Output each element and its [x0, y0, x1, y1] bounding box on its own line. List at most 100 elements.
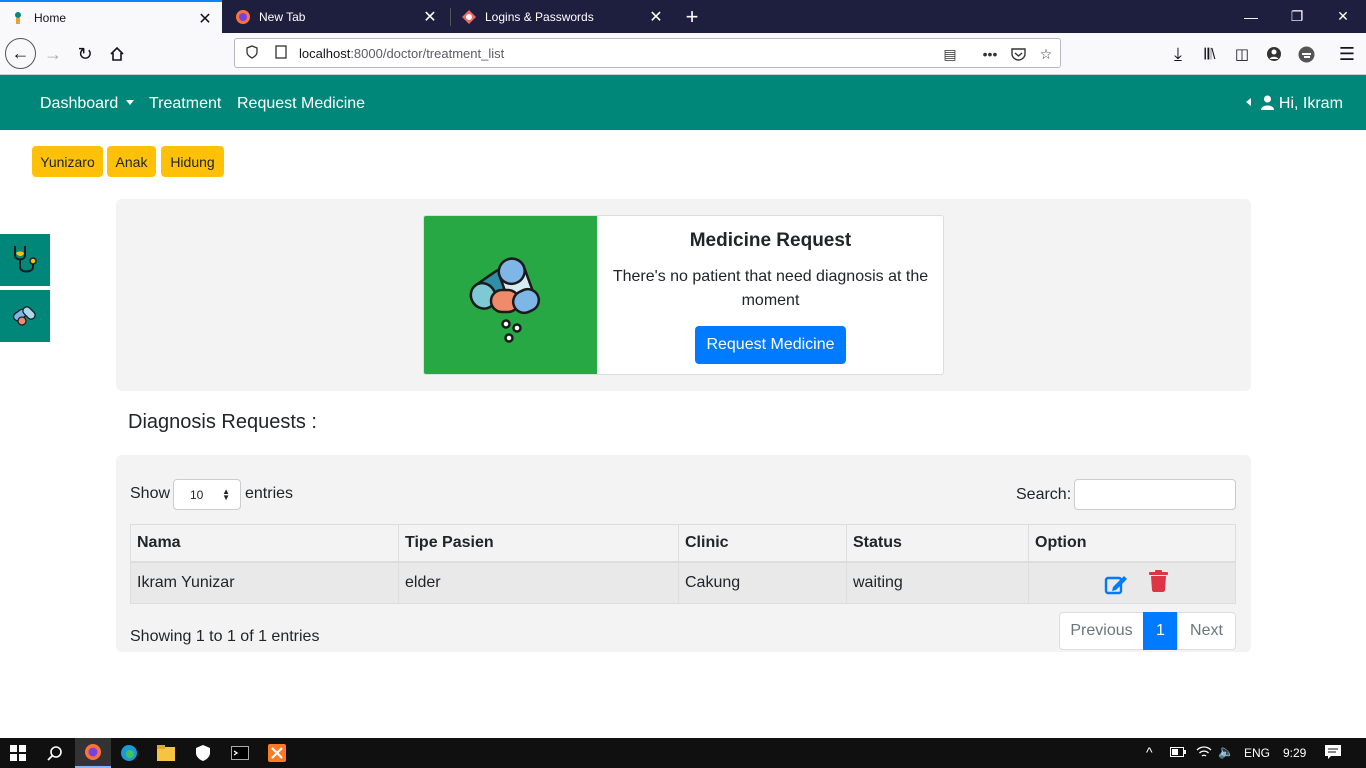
entries-label: entries: [245, 485, 294, 502]
badge-name: Yunizaro: [32, 146, 103, 177]
clock[interactable]: 9:29: [1283, 746, 1306, 760]
pocket-icon[interactable]: [1009, 45, 1027, 63]
diagnosis-requests-title: Diagnosis Requests :: [128, 411, 317, 433]
chevron-down-icon: [126, 100, 135, 105]
tab-label: Logins & Passwords: [485, 9, 594, 24]
col-tipe-pasien[interactable]: Tipe Pasien: [398, 524, 679, 563]
search-icon[interactable]: [37, 738, 73, 768]
windows-start-icon[interactable]: [0, 738, 36, 768]
restore-icon[interactable]: ❐: [1274, 0, 1320, 33]
reload-button[interactable]: ↻: [70, 39, 100, 69]
close-window-icon[interactable]: ✕: [1320, 0, 1366, 33]
edit-icon[interactable]: [1104, 573, 1128, 600]
pagination-previous[interactable]: Previous: [1059, 612, 1144, 650]
wifi-icon[interactable]: [1196, 745, 1212, 762]
cell-clinic: Cakung: [678, 561, 847, 604]
table-info: Showing 1 to 1 of 1 entries: [130, 628, 320, 645]
browser-tab-bar: Home ✕ New Tab ✕ Logins & Passwords ✕ + …: [0, 0, 1366, 33]
pagination-next[interactable]: Next: [1177, 612, 1236, 650]
user-menu[interactable]: Hi, Ikram: [1246, 95, 1343, 113]
col-status[interactable]: Status: [846, 524, 1029, 563]
entries-select[interactable]: 10 ▲ ▼: [173, 479, 241, 510]
bookmark-star-icon[interactable]: ☆: [1037, 45, 1055, 63]
nav-treatment[interactable]: Treatment: [149, 95, 221, 113]
home-icon: [110, 46, 124, 61]
show-hidden-icons-icon[interactable]: ^: [1146, 744, 1153, 760]
firefox-icon: [235, 9, 251, 25]
cell-option: [1028, 561, 1236, 604]
downloads-icon[interactable]: ⤓: [1163, 39, 1193, 69]
url-path: :8000/doctor/treatment_list: [350, 45, 505, 61]
language-indicator[interactable]: ENG: [1244, 746, 1270, 760]
badge-category: Anak: [107, 146, 156, 177]
taskbar-firefox-icon[interactable]: [75, 738, 111, 768]
battery-icon[interactable]: [1170, 746, 1186, 760]
shield-icon[interactable]: [245, 44, 263, 62]
browser-toolbar: ← → ↻ localhost:8000/doctor/treatment_li…: [0, 33, 1366, 75]
close-tab-icon[interactable]: ✕: [421, 7, 439, 27]
taskbar-edge-icon[interactable]: [111, 738, 147, 768]
nav-dashboard[interactable]: Dashboard: [40, 95, 135, 113]
tab-new-tab[interactable]: New Tab ✕: [225, 0, 447, 33]
side-medicine-button[interactable]: [0, 290, 50, 342]
url-bar[interactable]: localhost:8000/doctor/treatment_list ▤ •…: [234, 38, 1061, 68]
col-nama[interactable]: Nama: [130, 524, 399, 563]
home-favicon-icon: [10, 10, 26, 26]
close-tab-icon[interactable]: ✕: [196, 9, 214, 29]
request-medicine-button[interactable]: Request Medicine: [695, 326, 846, 364]
trash-icon[interactable]: [1149, 569, 1168, 597]
account-icon[interactable]: [1259, 39, 1289, 69]
taskbar-xampp-icon[interactable]: [259, 738, 295, 768]
taskbar-terminal-icon[interactable]: [222, 738, 258, 768]
col-option[interactable]: Option: [1028, 524, 1236, 563]
card-title: Medicine Request: [689, 230, 852, 251]
pagination-page-1[interactable]: 1: [1143, 612, 1178, 650]
tab-home[interactable]: Home ✕: [0, 0, 222, 33]
minimize-icon[interactable]: —: [1228, 0, 1274, 33]
diagnosis-table: Nama Tipe Pasien Clinic Status Option Ik…: [130, 524, 1236, 604]
user-greeting: Hi, Ikram: [1278, 95, 1343, 112]
cell-nama: Ikram Yunizar: [130, 561, 399, 604]
new-tab-button[interactable]: +: [680, 4, 704, 30]
capsules-icon: [469, 256, 540, 343]
show-label: Show: [130, 485, 171, 502]
cell-tipe: elder: [398, 561, 679, 604]
tab-label: Home: [34, 10, 67, 25]
tab-logins-passwords[interactable]: Logins & Passwords ✕: [451, 0, 673, 33]
pills-icon: [12, 306, 36, 326]
nav-request-medicine[interactable]: Request Medicine: [237, 95, 365, 113]
menu-icon[interactable]: ☰: [1332, 39, 1362, 69]
select-arrows-icon: ▲ ▼: [222, 487, 230, 502]
table-row: Ikram Yunizar elder Cakung waiting: [130, 561, 1236, 604]
card-image: [424, 216, 597, 374]
forward-button[interactable]: →: [38, 39, 68, 69]
notifications-icon[interactable]: [1325, 745, 1341, 763]
library-icon[interactable]: 𝄃𝄃\: [1195, 39, 1225, 69]
app-navbar: Dashboard Treatment Request Medicine Hi,…: [0, 75, 1366, 130]
table-header-row: Nama Tipe Pasien Clinic Status Option: [130, 524, 1236, 563]
page-actions-icon[interactable]: •••: [981, 45, 999, 63]
nav-dashboard-label: Dashboard: [40, 95, 119, 112]
lockwise-icon: [461, 9, 477, 25]
volume-icon[interactable]: 🔈: [1218, 744, 1234, 760]
stethoscope-icon: [14, 246, 37, 273]
close-tab-icon[interactable]: ✕: [647, 7, 665, 27]
home-button[interactable]: [102, 39, 132, 69]
taskbar-security-icon[interactable]: [185, 738, 221, 768]
url-host: localhost: [299, 45, 351, 61]
badge-clinic: Hidung: [161, 146, 224, 177]
reader-view-icon[interactable]: ▤: [941, 45, 959, 63]
taskbar-explorer-icon[interactable]: [148, 738, 184, 768]
windows-taskbar: ^ 🔈 ENG 9:29: [0, 738, 1366, 768]
entries-value: 10: [190, 487, 204, 502]
back-button[interactable]: ←: [5, 38, 36, 69]
search-input[interactable]: [1074, 479, 1236, 510]
side-stethoscope-button[interactable]: [0, 234, 50, 286]
col-clinic[interactable]: Clinic: [678, 524, 847, 563]
tab-label: New Tab: [259, 9, 306, 24]
extension-icon[interactable]: [1291, 39, 1321, 69]
page-info-icon[interactable]: [275, 44, 291, 62]
medicine-request-card: Medicine Request There's no patient that…: [423, 215, 944, 375]
sidebar-icon[interactable]: ◫: [1227, 39, 1257, 69]
card-text: There's no patient that need diagnosis a…: [612, 268, 929, 309]
